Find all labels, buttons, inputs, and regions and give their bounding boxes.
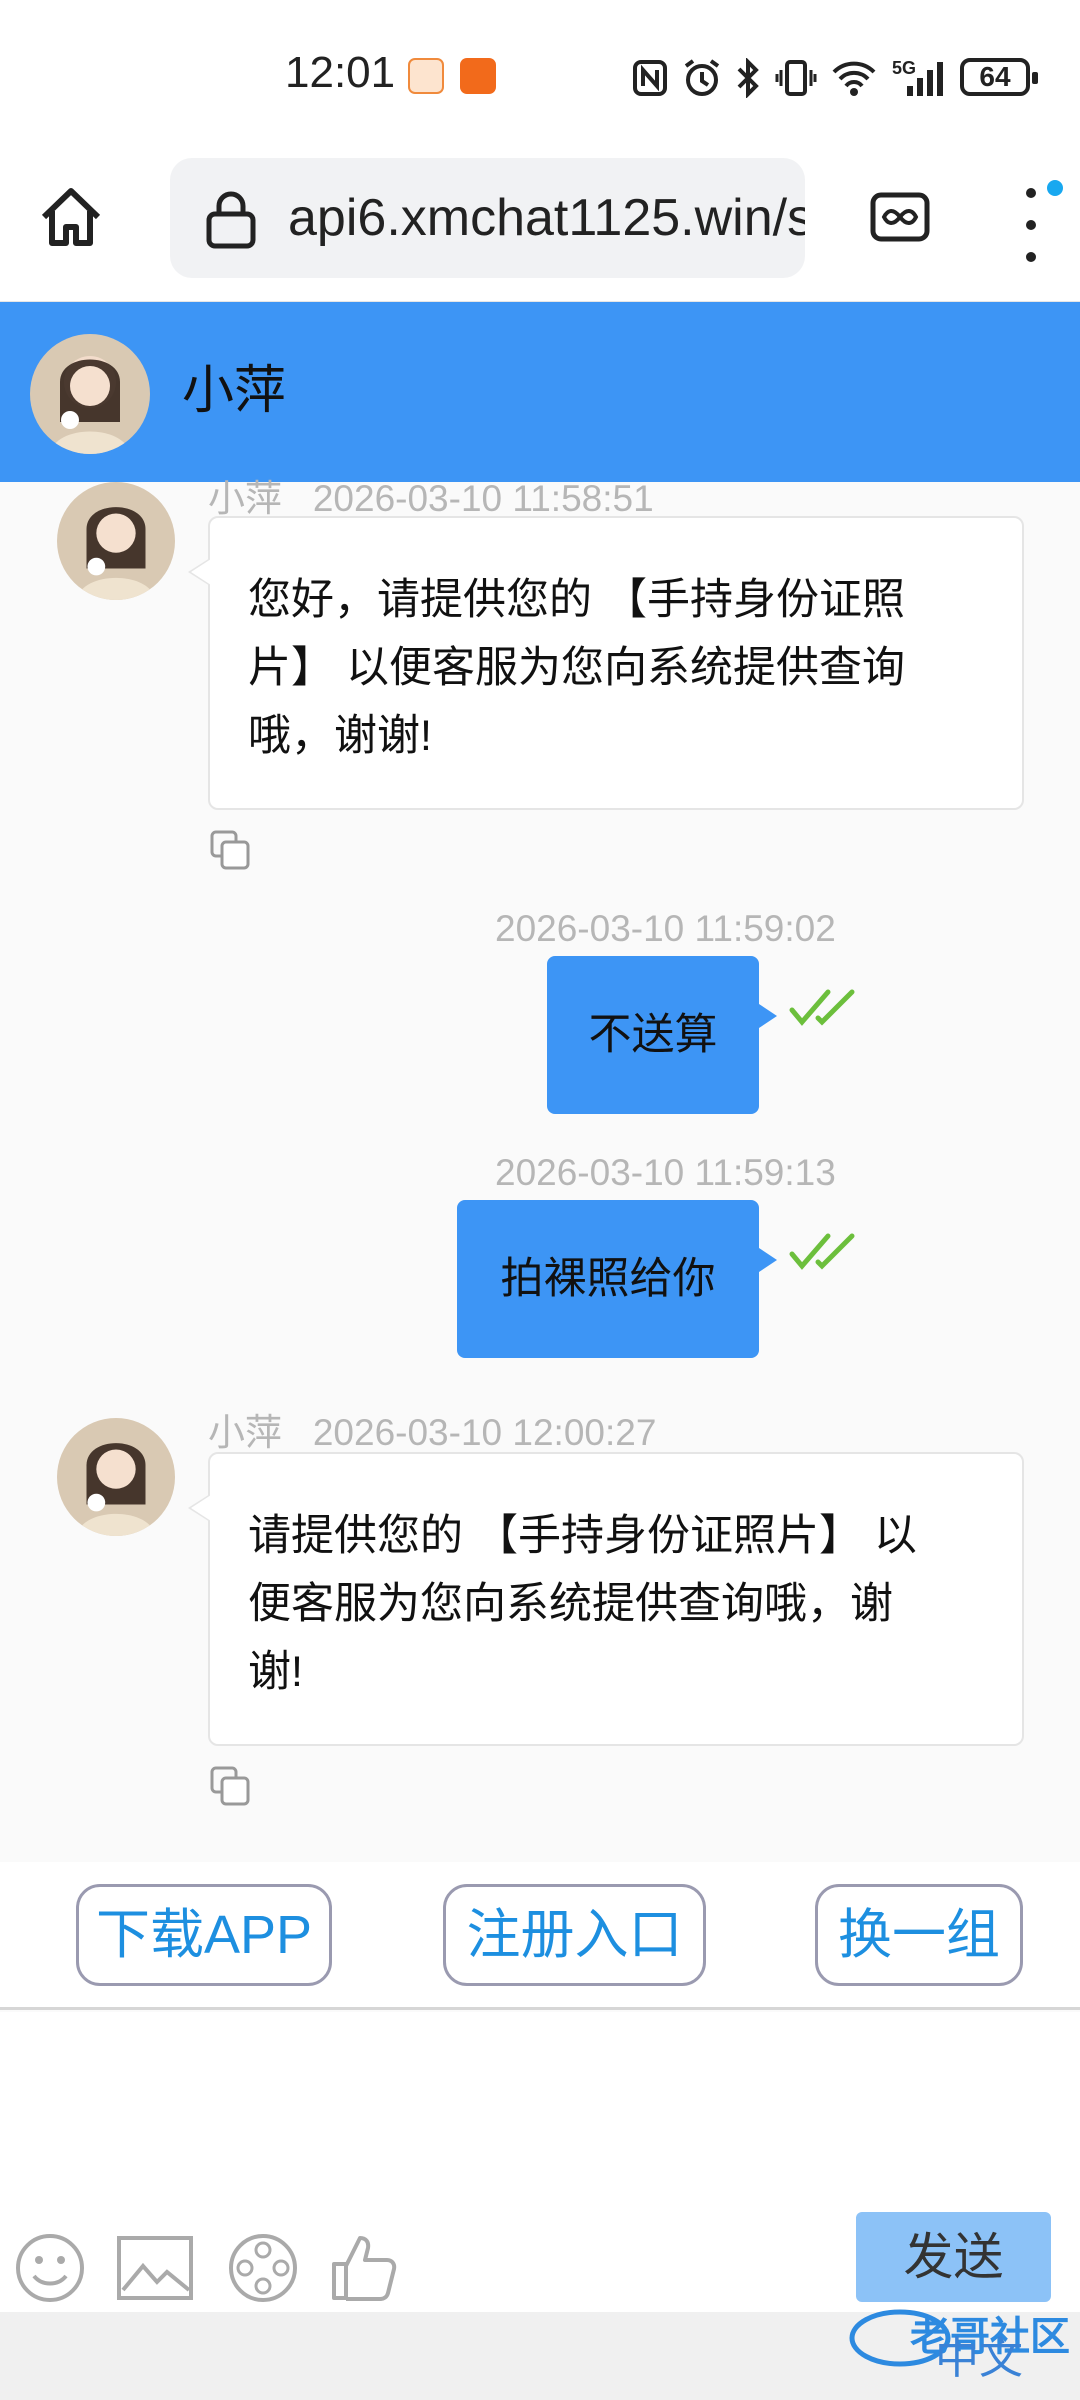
message-timestamp: 2026-03-10 11:59:02 <box>495 908 836 949</box>
taobao-notification-icon <box>408 58 444 94</box>
address-bar[interactable]: api6.xmchat1125.win/s <box>170 158 805 278</box>
browser-toolbar: api6.xmchat1125.win/s <box>0 150 1080 302</box>
message-meta: 小萍 2026-03-10 12:00:27 <box>208 1402 656 1456</box>
register-button[interactable]: 注册入口 <box>443 1884 706 1986</box>
quick-actions-bar: 下载APP 注册入口 换一组 <box>0 1862 1080 2010</box>
copy-icon[interactable] <box>208 1764 252 1808</box>
message-text: 拍裸照给你 <box>500 1255 716 1303</box>
flash-sale-notification-icon <box>460 58 496 94</box>
outgoing-message-bubble[interactable]: 拍裸照给你 <box>457 1200 777 1358</box>
more-menu-button[interactable] <box>1010 180 1050 270</box>
copy-icon[interactable] <box>208 828 252 872</box>
status-time: 12:01 <box>285 48 396 97</box>
outgoing-message-bubble[interactable]: 不送算 <box>547 956 777 1114</box>
bluetooth-icon <box>737 58 759 98</box>
battery-indicator: 64 <box>960 58 1038 96</box>
message-line: 哦，谢谢! <box>248 712 432 760</box>
send-button[interactable]: 发送 <box>856 2212 1051 2302</box>
like-icon[interactable] <box>328 2232 400 2304</box>
sender-name: 小萍 <box>208 1412 282 1453</box>
vibrate-icon <box>775 60 817 96</box>
message-text: 不送算 <box>588 1011 718 1059</box>
message-timestamp: 2026-03-10 12:00:27 <box>312 1412 657 1453</box>
alarm-icon <box>684 59 720 96</box>
nfc-icon <box>633 60 667 96</box>
message-line: 您好，请提供您的 【手持身份证照 <box>248 576 905 624</box>
incoming-message-bubble[interactable]: 您好，请提供您的 【手持身份证照 片】 以便客服为您向系统提供查询 哦，谢谢! <box>188 516 1024 810</box>
chat-header: 小萍 <box>0 302 1080 482</box>
reader-mode-icon[interactable] <box>870 192 930 242</box>
url-text: api6.xmchat1125.win/s <box>288 189 805 247</box>
contact-avatar[interactable] <box>30 334 150 454</box>
read-check-icon <box>789 1233 855 1270</box>
image-icon[interactable] <box>115 2232 195 2304</box>
message-line: 便客服为您向系统提供查询哦，谢 <box>248 1580 893 1628</box>
avatar[interactable] <box>57 1418 175 1536</box>
lock-icon <box>206 191 256 249</box>
emoji-icon[interactable] <box>14 2232 86 2304</box>
avatar[interactable] <box>57 482 175 600</box>
wifi-icon <box>832 61 876 96</box>
video-icon[interactable] <box>227 2232 299 2304</box>
sender-name: 小萍 <box>208 478 282 519</box>
message-composer[interactable]: 发送 <box>0 2012 1080 2312</box>
message-line: 谢! <box>248 1648 303 1696</box>
read-check-icon <box>789 989 855 1026</box>
download-app-button[interactable]: 下载APP <box>76 1884 332 1986</box>
message-timestamp: 2026-03-10 11:59:13 <box>495 1152 836 1193</box>
home-icon[interactable] <box>38 185 104 251</box>
signal-icon <box>907 62 943 96</box>
message-line: 请提供您的 【手持身份证照片】 以 <box>248 1512 917 1560</box>
message-line: 片】 以便客服为您向系统提供查询 <box>248 644 905 692</box>
status-bar: 12:01 5G 64 <box>0 0 1080 150</box>
message-timestamp: 2026-03-10 11:58:51 <box>312 478 654 519</box>
message-meta: 小萍 2026-03-10 11:58:51 <box>208 468 654 522</box>
update-badge <box>1047 180 1063 196</box>
switch-group-button[interactable]: 换一组 <box>815 1884 1023 1986</box>
incoming-message-bubble[interactable]: 请提供您的 【手持身份证照片】 以 便客服为您向系统提供查询哦，谢 谢! <box>188 1452 1024 1746</box>
language-label[interactable]: 中文 <box>935 2322 1023 2386</box>
contact-name: 小萍 <box>182 362 287 420</box>
